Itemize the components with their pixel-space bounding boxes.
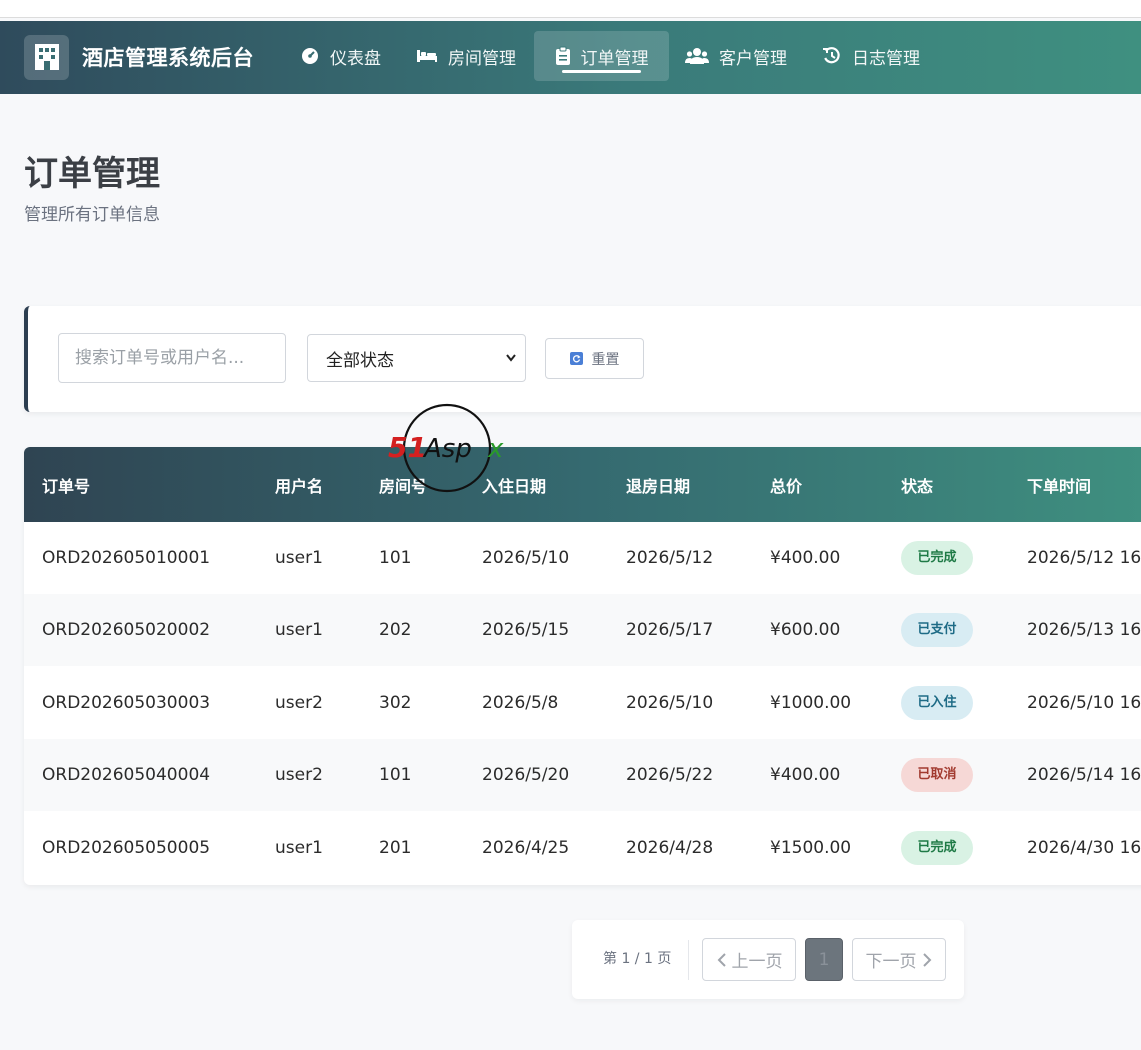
checkin-date: 2026/5/10: [482, 548, 570, 568]
status-select[interactable]: 全部状态: [307, 334, 526, 382]
order-time: 2026/5/14 16: [1027, 765, 1141, 785]
nav-item-customers[interactable]: 客户管理: [685, 31, 787, 81]
column-header[interactable]: 订单号: [42, 447, 90, 522]
checkout-date: 2026/5/10: [626, 693, 714, 713]
watermark-logo: 51 Asp x: [388, 403, 504, 493]
room-number: 202: [379, 620, 412, 640]
total-price: ¥1500.00: [770, 838, 852, 858]
clipboard-icon: [555, 46, 570, 65]
brand[interactable]: 酒店管理系统后台: [24, 34, 254, 80]
order-time: 2026/5/12 16: [1027, 548, 1141, 568]
nav-label: 房间管理: [448, 48, 516, 69]
order-number: ORD202605040004: [42, 765, 211, 785]
search-input[interactable]: [58, 333, 286, 383]
nav-label: 日志管理: [852, 48, 920, 69]
browser-top-strip: [0, 0, 1141, 18]
reset-button[interactable]: 重置: [545, 338, 644, 379]
table-row[interactable]: ORD202605010001 user1 101 2026/5/10 2026…: [24, 522, 1141, 594]
reset-label: 重置: [591, 351, 620, 368]
checkin-date: 2026/5/15: [482, 620, 570, 640]
column-header[interactable]: 状态: [901, 447, 933, 522]
nav-item-dashboard[interactable]: 仪表盘: [300, 31, 381, 81]
checkin-date: 2026/4/25: [482, 838, 570, 858]
order-time: 2026/5/10 16: [1027, 693, 1141, 713]
order-number: ORD202605020002: [42, 620, 211, 640]
svg-text:51: 51: [388, 431, 427, 464]
column-header[interactable]: 下单时间: [1027, 447, 1091, 522]
order-number: ORD202605030003: [42, 693, 211, 713]
refresh-icon: [569, 352, 583, 365]
username: user1: [275, 548, 323, 568]
nav-item-rooms[interactable]: 房间管理: [416, 31, 516, 81]
prev-label: 上一页: [731, 952, 783, 972]
nav-label: 订单管理: [580, 48, 649, 69]
svg-text:x: x: [487, 434, 504, 464]
table-row[interactable]: ORD202605050005 user1 201 2026/4/25 2026…: [24, 812, 1141, 884]
status-badge: 已完成: [901, 541, 973, 575]
users-icon: [685, 48, 709, 64]
order-time: 2026/4/30 16: [1027, 838, 1141, 858]
room-number: 101: [379, 765, 412, 785]
room-number: 101: [379, 548, 412, 568]
table-row[interactable]: ORD202605040004 user2 101 2026/5/20 2026…: [24, 739, 1141, 811]
svg-text:Asp: Asp: [422, 434, 472, 464]
checkout-date: 2026/4/28: [626, 838, 714, 858]
status-badge: 已入住: [901, 686, 973, 720]
table-header: 订单号 用户名 房间号 入住日期 退房日期 总价 状态 下单时间: [24, 447, 1141, 522]
nav-label: 客户管理: [719, 48, 787, 69]
pagination: 第 1 / 1 页 上一页 1 下一页: [572, 920, 964, 999]
dashboard-icon: [302, 48, 318, 64]
status-badge: 已取消: [901, 758, 973, 792]
page-subtitle: 管理所有订单信息: [24, 205, 160, 225]
page-info: 第 1 / 1 页: [603, 951, 672, 967]
username: user1: [275, 838, 323, 858]
nav-item-logs[interactable]: 日志管理: [822, 31, 920, 81]
column-header[interactable]: 总价: [770, 447, 802, 522]
total-price: ¥400.00: [770, 548, 841, 568]
orders-table: 订单号 用户名 房间号 入住日期 退房日期 总价 状态 下单时间 ORD2026…: [24, 447, 1141, 885]
checkout-date: 2026/5/22: [626, 765, 714, 785]
table-row[interactable]: ORD202605030003 user2 302 2026/5/8 2026/…: [24, 667, 1141, 739]
checkin-date: 2026/5/8: [482, 693, 559, 713]
order-time: 2026/5/13 16: [1027, 620, 1141, 640]
hotel-icon: [24, 34, 69, 80]
active-tab-indicator: [562, 70, 641, 73]
total-price: ¥600.00: [770, 620, 841, 640]
order-number: ORD202605010001: [42, 548, 211, 568]
page-number-current[interactable]: 1: [805, 938, 843, 981]
total-price: ¥1000.00: [770, 693, 852, 713]
top-navbar: 酒店管理系统后台 仪表盘 房间管理 订单管理 客户管理 日志管理: [0, 21, 1141, 94]
room-number: 201: [379, 838, 412, 858]
nav-item-orders[interactable]: 订单管理: [534, 31, 669, 81]
checkout-date: 2026/5/12: [626, 548, 714, 568]
checkout-date: 2026/5/17: [626, 620, 714, 640]
table-row[interactable]: ORD202605020002 user1 202 2026/5/15 2026…: [24, 594, 1141, 666]
status-badge: 已完成: [901, 831, 973, 865]
chevron-down-icon: [506, 354, 516, 362]
column-header[interactable]: 用户名: [275, 447, 323, 522]
status-select-value: 全部状态: [326, 350, 394, 371]
room-number: 302: [379, 693, 412, 713]
status-badge: 已支付: [901, 613, 973, 647]
chevron-left-icon: [717, 952, 726, 967]
column-header[interactable]: 退房日期: [626, 447, 690, 522]
username: user1: [275, 620, 323, 640]
username: user2: [275, 693, 323, 713]
checkin-date: 2026/5/20: [482, 765, 570, 785]
prev-page-button[interactable]: 上一页: [702, 938, 796, 981]
history-icon: [823, 47, 840, 64]
order-number: ORD202605050005: [42, 838, 211, 858]
divider: [688, 940, 689, 980]
username: user2: [275, 765, 323, 785]
page-title: 订单管理: [24, 154, 160, 194]
filter-card: 全部状态 重置: [24, 306, 1141, 412]
total-price: ¥400.00: [770, 765, 841, 785]
next-label: 下一页: [865, 952, 917, 972]
chevron-right-icon: [922, 952, 931, 967]
nav-label: 仪表盘: [330, 48, 381, 69]
bed-icon: [417, 50, 437, 62]
next-page-button[interactable]: 下一页: [852, 938, 946, 981]
app-title: 酒店管理系统后台: [82, 46, 254, 70]
